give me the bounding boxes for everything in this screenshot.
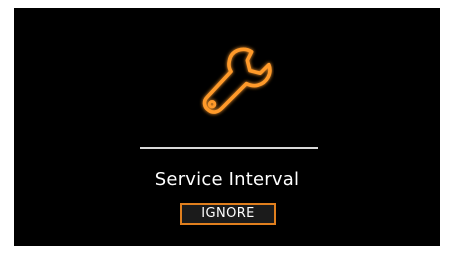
notification-title: Service Interval <box>154 169 300 190</box>
service-notification-screen: Service Interval IGNORE <box>14 8 440 246</box>
divider-line <box>140 147 318 149</box>
ignore-button[interactable]: IGNORE <box>180 203 276 225</box>
wrench-icon <box>202 47 272 114</box>
